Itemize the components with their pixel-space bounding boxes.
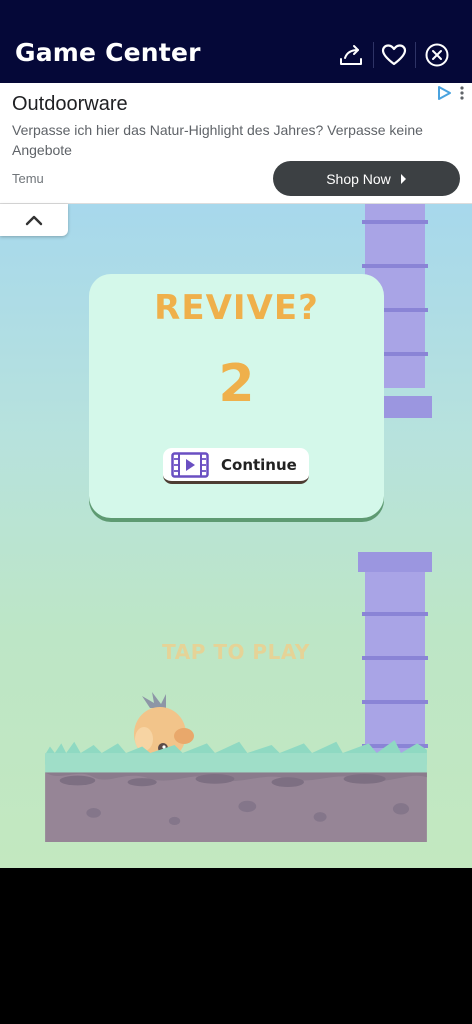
- header-divider: [415, 42, 416, 68]
- revive-dialog: REVIVE? 2 Continue: [89, 274, 384, 518]
- app-title: Game Center: [15, 38, 201, 67]
- chevron-up-icon: [25, 215, 43, 226]
- video-icon: [171, 451, 209, 478]
- bottom-pipe-cap: [358, 552, 432, 572]
- ground: [45, 740, 427, 842]
- ad-banner[interactable]: Outdoorware Verpasse ich hier das Natur-…: [0, 83, 472, 204]
- tap-to-play-text: TAP TO PLAY: [162, 640, 310, 664]
- shop-now-button[interactable]: Shop Now: [273, 161, 460, 196]
- app-header: Game Center: [0, 0, 472, 83]
- close-icon[interactable]: [422, 40, 452, 70]
- ad-description: Verpasse ich hier das Natur-Highlight de…: [12, 122, 423, 158]
- pipe-band: [362, 264, 428, 268]
- ad-title[interactable]: Outdoorware: [12, 93, 128, 116]
- collapse-ad-button[interactable]: [0, 204, 68, 236]
- pipe-band: [362, 220, 428, 224]
- continue-button[interactable]: Continue: [163, 448, 309, 484]
- more-vert-icon[interactable]: [458, 85, 466, 101]
- ad-brand: Temu: [12, 171, 44, 186]
- revive-title: REVIVE?: [154, 288, 319, 328]
- game-canvas[interactable]: REVIVE? 2 Continue TAP TO PLAY: [0, 204, 472, 868]
- pipe-band: [362, 612, 428, 616]
- ad-choices-icon[interactable]: [436, 85, 452, 101]
- share-icon[interactable]: [336, 40, 366, 70]
- heart-icon[interactable]: [379, 40, 409, 70]
- revive-countdown: 2: [218, 354, 255, 414]
- chevron-right-icon: [400, 173, 406, 184]
- header-divider: [373, 42, 374, 68]
- pipe-band: [362, 700, 428, 704]
- continue-label: Continue: [221, 455, 297, 474]
- shop-now-label: Shop Now: [326, 170, 391, 187]
